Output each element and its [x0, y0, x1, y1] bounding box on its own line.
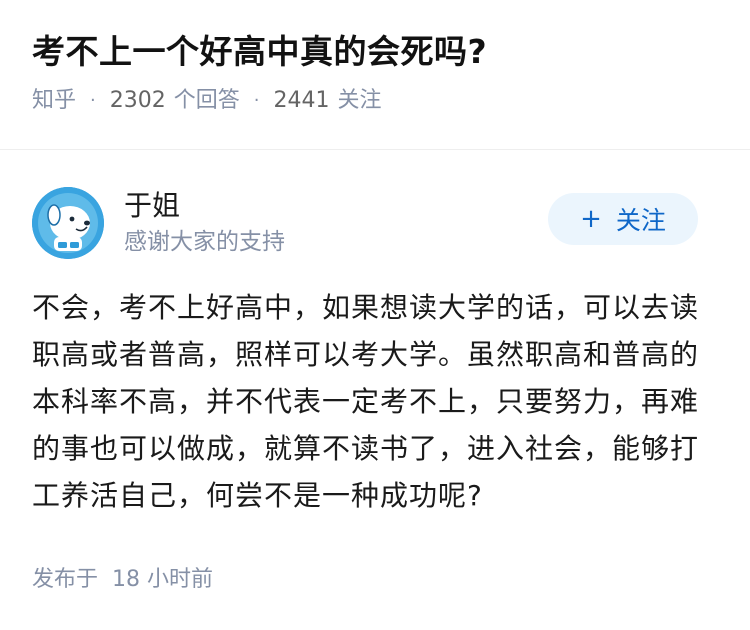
publish-time: 18 小时前 [112, 567, 214, 592]
answer-card: 于姐 感谢大家的支持 + 关注 不会，考不上好高中，如果想读大学的话，可以去读职… [0, 184, 750, 593]
author-signature: 感谢大家的支持 [124, 229, 285, 255]
answer-count: 2302 [109, 88, 166, 113]
question-header: 考不上一个好高中真的会死吗? 知乎 · 2302 个回答 · 2441 关注 [0, 0, 750, 150]
answer-count-unit: 个回答 [173, 88, 240, 113]
follow-label: 关注 [615, 206, 666, 235]
follower-count-unit: 关注 [337, 88, 382, 113]
author-row: 于姐 感谢大家的支持 + 关注 [32, 184, 718, 262]
meta-separator: · [253, 90, 260, 111]
meta-separator: · [90, 90, 96, 111]
author-name[interactable]: 于姐 [124, 188, 285, 224]
follow-button[interactable]: + 关注 [548, 193, 698, 245]
avatar[interactable] [32, 187, 104, 259]
question-meta: 知乎 · 2302 个回答 · 2441 关注 [32, 86, 718, 116]
answer-content[interactable]: 不会，考不上好高中，如果想读大学的话，可以去读职高或者普高，照样可以考大学。虽然… [32, 284, 712, 519]
answer-text: 不会，考不上好高中，如果想读大学的话，可以去读职高或者普高，照样可以考大学。虽然… [32, 291, 700, 512]
cartoon-dog-avatar-icon [32, 187, 104, 259]
plus-icon: + [580, 204, 602, 234]
zhihu-answer-page: 考不上一个好高中真的会死吗? 知乎 · 2302 个回答 · 2441 关注 于… [0, 0, 750, 630]
source-label[interactable]: 知乎 [32, 86, 76, 116]
publish-label: 发布于 [32, 567, 99, 592]
author-info: 于姐 感谢大家的支持 [124, 188, 285, 258]
publish-info: 发布于 18 小时前 [32, 561, 718, 593]
question-title[interactable]: 考不上一个好高中真的会死吗? [32, 30, 718, 74]
follower-count: 2441 [273, 88, 330, 113]
